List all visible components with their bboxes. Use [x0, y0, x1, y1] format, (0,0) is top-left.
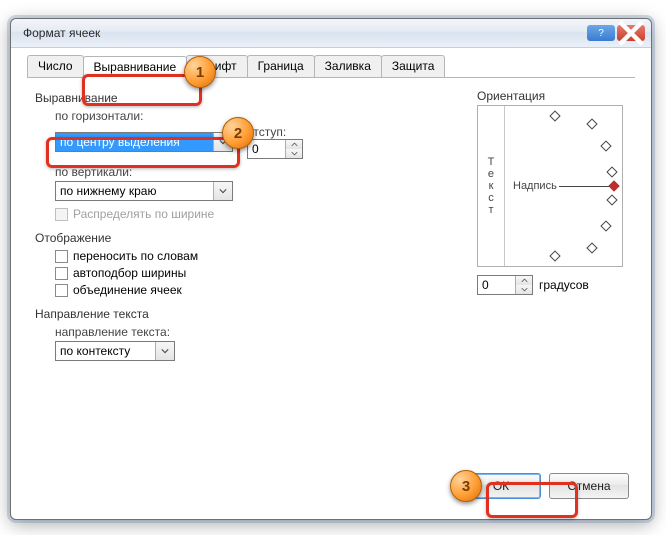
close-button[interactable]: [617, 25, 645, 41]
callout-2: 2: [222, 117, 254, 149]
h-align-dropdown[interactable]: по центру выделения: [55, 132, 233, 152]
window-title: Формат ячеек: [23, 26, 585, 40]
tab-border[interactable]: Граница: [247, 55, 315, 77]
titlebar[interactable]: Формат ячеек ?: [11, 19, 651, 48]
merge-label: объединение ячеек: [73, 283, 182, 297]
justify-checkbox: [55, 208, 68, 221]
v-align-value: по нижнему краю: [56, 182, 213, 200]
degrees-spinner[interactable]: 0: [477, 275, 533, 295]
orientation-handle-icon[interactable]: [608, 180, 619, 191]
tab-protection[interactable]: Защита: [381, 55, 446, 77]
diamond-icon: [586, 242, 597, 253]
diamond-icon: [606, 194, 617, 205]
orientation-frame: Ориентация Текст Надпись: [475, 89, 625, 299]
group-direction: Направление текста: [35, 307, 627, 321]
callout-1: 1: [184, 56, 216, 88]
indent-value: 0: [248, 140, 285, 158]
diamond-icon: [549, 250, 560, 261]
tab-fill[interactable]: Заливка: [314, 55, 382, 77]
spin-down-icon[interactable]: [286, 149, 302, 158]
degrees-label: градусов: [539, 278, 589, 292]
chevron-down-icon[interactable]: [155, 342, 174, 360]
tab-strip: Число Выравнивание Шрифт Граница Заливка…: [27, 55, 635, 78]
diamond-icon: [600, 220, 611, 231]
tab-number[interactable]: Число: [27, 55, 84, 77]
direction-label: направление текста:: [55, 325, 635, 339]
diamond-icon: [586, 118, 597, 129]
dialog-content: Число Выравнивание Шрифт Граница Заливка…: [21, 55, 641, 507]
cancel-button[interactable]: Отмена: [549, 473, 629, 499]
indent-label: отступ:: [247, 125, 303, 139]
orientation-line: [559, 186, 610, 187]
tab-panel: Выравнивание по горизонтали: по центру в…: [27, 83, 635, 463]
orientation-dial[interactable]: Надпись: [505, 106, 622, 266]
orientation-box[interactable]: Текст Надпись: [477, 105, 623, 267]
direction-value: по контексту: [56, 342, 155, 360]
wrap-checkbox[interactable]: [55, 250, 68, 263]
degrees-value: 0: [478, 276, 515, 294]
diamond-icon: [600, 140, 611, 151]
shrink-checkbox[interactable]: [55, 267, 68, 280]
orientation-vtext: Текст: [488, 156, 495, 216]
spin-up-icon[interactable]: [286, 140, 302, 149]
callout-3: 3: [450, 470, 482, 502]
orientation-hlabel: Надпись: [513, 180, 557, 192]
v-align-dropdown[interactable]: по нижнему краю: [55, 181, 233, 201]
diamond-icon: [606, 166, 617, 177]
tab-alignment[interactable]: Выравнивание: [83, 56, 188, 78]
orientation-vertical-text[interactable]: Текст: [478, 106, 505, 266]
shrink-label: автоподбор ширины: [73, 266, 186, 280]
spin-up-icon[interactable]: [516, 276, 532, 285]
diamond-icon: [549, 110, 560, 121]
help-button[interactable]: ?: [587, 25, 615, 41]
dialog-window: Формат ячеек ? Число Выравнивание Шрифт …: [10, 18, 652, 520]
group-orientation: Ориентация: [477, 89, 625, 103]
indent-spinner[interactable]: 0: [247, 139, 303, 159]
wrap-label: переносить по словам: [73, 249, 198, 263]
direction-dropdown[interactable]: по контексту: [55, 341, 175, 361]
spin-down-icon[interactable]: [516, 285, 532, 294]
chevron-down-icon[interactable]: [213, 182, 232, 200]
merge-checkbox[interactable]: [55, 284, 68, 297]
h-align-value: по центру выделения: [56, 133, 213, 151]
button-bar: ОК Отмена: [461, 473, 629, 499]
justify-label: Распределять по ширине: [73, 207, 214, 221]
